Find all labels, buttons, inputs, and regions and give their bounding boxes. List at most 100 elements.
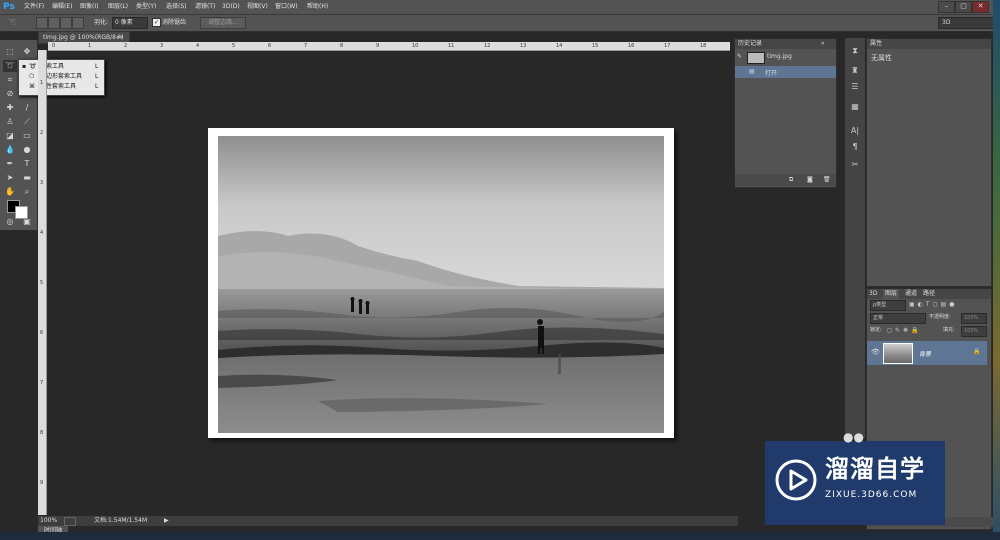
refine-edge-button[interactable]: 调整边缘... bbox=[200, 17, 246, 29]
lock-icons[interactable]: ◻✎✥🔒 bbox=[887, 326, 922, 335]
brush-tool-icon[interactable]: ∕ bbox=[20, 102, 34, 114]
character-panel-icon[interactable]: A| bbox=[848, 124, 862, 138]
status-bar: 100% 文档:1.54M/1.54M ▶ bbox=[38, 515, 738, 526]
tool-presets-icon[interactable]: ✂ bbox=[848, 158, 862, 172]
snapshot-name: timg.jpg bbox=[767, 53, 792, 60]
new-document-from-state-icon[interactable]: ⧉ bbox=[789, 176, 793, 184]
watermark-title: 溜溜自学 bbox=[825, 455, 925, 483]
feather-input[interactable]: 0 像素 bbox=[112, 17, 148, 29]
menu-select[interactable]: 选择(S) bbox=[166, 0, 187, 14]
antialias-checkbox[interactable]: ✓ bbox=[152, 18, 161, 27]
menu-help[interactable]: 帮助(H) bbox=[307, 0, 328, 14]
swatches-panel-icon[interactable]: ▦ bbox=[848, 100, 862, 114]
eyedropper-tool-icon[interactable]: ⊘ bbox=[3, 88, 17, 100]
adjustments-panel-icon[interactable]: ☰ bbox=[848, 80, 862, 94]
paragraph-panel-icon[interactable]: ¶ bbox=[848, 140, 862, 154]
subtract-selection-icon[interactable] bbox=[60, 17, 72, 29]
play-logo-icon bbox=[775, 459, 817, 501]
menu-window[interactable]: 窗口(W) bbox=[275, 0, 298, 14]
history-brush-source-icon[interactable]: ✎ bbox=[737, 53, 742, 60]
path-select-tool-icon[interactable]: ➤ bbox=[3, 172, 17, 184]
menu-layer[interactable]: 图层(L) bbox=[108, 0, 128, 14]
lasso-tool-icon[interactable]: ➰ bbox=[3, 60, 17, 72]
ruler-tick-label: 14 bbox=[556, 43, 563, 49]
tab-layers[interactable]: 图层 bbox=[883, 289, 900, 299]
hand-tool-icon[interactable]: ✋ bbox=[3, 186, 17, 198]
history-state-open[interactable]: ▤ 打开 bbox=[735, 66, 836, 78]
ruler-tick-label: 3 bbox=[160, 43, 164, 49]
eraser-tool-icon[interactable]: ◪ bbox=[3, 130, 17, 142]
stamp-tool-icon[interactable]: ♙ bbox=[3, 116, 17, 128]
move-tool-icon[interactable]: ✥ bbox=[20, 46, 34, 58]
panel-collapse-icon[interactable]: » bbox=[821, 39, 825, 49]
watermark-logo: 溜溜自学 ZIXUE.3D66.COM bbox=[765, 441, 945, 525]
crop-tool-icon[interactable]: ⌗ bbox=[3, 74, 17, 86]
workspace-select[interactable]: 3D bbox=[938, 17, 995, 29]
flyout-item-lasso[interactable]: ▪ ➰ 套索工具 L bbox=[19, 62, 104, 72]
add-selection-icon[interactable] bbox=[48, 17, 60, 29]
screen-mode-icon[interactable]: ▣ bbox=[20, 216, 34, 228]
opacity-label: 不透明度: bbox=[929, 314, 951, 320]
history-snapshot[interactable]: ✎ timg.jpg bbox=[735, 50, 836, 64]
ruler-tick-label: 12 bbox=[484, 43, 491, 49]
dodge-tool-icon[interactable]: ● bbox=[20, 144, 34, 156]
ruler-tick-label: 7 bbox=[40, 380, 44, 386]
ruler-tick-label: 9 bbox=[40, 480, 44, 486]
lasso-preset-icon[interactable]: ➰ bbox=[8, 18, 22, 28]
layer-lock-icon: 🔒 bbox=[973, 348, 981, 355]
photoshop-logo: Ps bbox=[3, 2, 15, 12]
properties-title[interactable]: 属性 bbox=[867, 40, 882, 47]
visibility-eye-icon[interactable]: 👁 bbox=[871, 348, 880, 356]
menu-filter[interactable]: 滤镜(T) bbox=[195, 0, 215, 14]
menu-image[interactable]: 图像(I) bbox=[80, 0, 98, 14]
fill-input[interactable]: 100% bbox=[961, 326, 987, 337]
intersect-selection-icon[interactable] bbox=[72, 17, 84, 29]
menu-view[interactable]: 视图(V) bbox=[247, 0, 268, 14]
menu-file[interactable]: 文件(F) bbox=[24, 0, 44, 14]
tab-channels[interactable]: 通道 bbox=[905, 289, 917, 299]
zoom-tool-icon[interactable]: ⌕ bbox=[20, 186, 34, 198]
document-tab-label: timg.jpg @ 100%(RGB/8#) bbox=[43, 34, 124, 41]
blur-tool-icon[interactable]: 💧 bbox=[3, 144, 17, 156]
history-panel-icon[interactable]: ⧗ bbox=[848, 44, 862, 58]
watermark-url: ZIXUE.3D66.COM bbox=[825, 490, 918, 500]
marquee-tool-icon[interactable]: ⬚ bbox=[3, 46, 17, 58]
tab-3d[interactable]: 3D bbox=[869, 289, 877, 299]
layer-filter-select[interactable]: ρ类型 bbox=[870, 300, 906, 311]
ruler-horizontal: 0 1 2 3 4 5 6 7 8 9 10 11 12 13 14 15 16… bbox=[48, 42, 730, 51]
ruler-tick-label: 2 bbox=[124, 43, 128, 49]
trash-icon[interactable]: 🗑 bbox=[823, 176, 831, 183]
history-brush-tool-icon[interactable]: ⟋ bbox=[20, 116, 34, 128]
pen-tool-icon[interactable]: ✒ bbox=[3, 158, 17, 170]
layer-thumbnail bbox=[883, 343, 913, 364]
layer-row-background[interactable]: 👁 背景 🔒 bbox=[867, 341, 987, 365]
opacity-input[interactable]: 100% bbox=[961, 313, 987, 324]
blend-mode-select[interactable]: 正常 bbox=[870, 313, 926, 324]
zoom-level[interactable]: 100% bbox=[40, 516, 57, 526]
menu-type[interactable]: 类型(Y) bbox=[136, 0, 156, 14]
beach-photo-image bbox=[218, 136, 664, 433]
brush-panel-icon[interactable]: ♜ bbox=[848, 64, 862, 78]
tab-paths[interactable]: 路径 bbox=[923, 289, 935, 299]
flyout-item-polygonal-lasso[interactable]: ⬠ 多边形套索工具 L bbox=[19, 72, 104, 82]
history-panel: 历史记录 » ✎ timg.jpg ▤ 打开 ⧉ ◙ 🗑 bbox=[734, 38, 837, 188]
beach-photo[interactable] bbox=[218, 136, 664, 433]
export-icon[interactable] bbox=[64, 517, 76, 526]
quick-mask-icon[interactable]: ◎ bbox=[3, 216, 17, 228]
new-selection-icon[interactable] bbox=[36, 17, 48, 29]
menu-edit[interactable]: 编辑(E) bbox=[52, 0, 72, 14]
menu-3d[interactable]: 3D(D) bbox=[222, 0, 240, 14]
type-tool-icon[interactable]: T bbox=[20, 158, 34, 170]
close-button[interactable]: ✕ bbox=[972, 1, 989, 13]
ruler-tick-label: 8 bbox=[40, 430, 44, 436]
rectangle-tool-icon[interactable]: ▬ bbox=[20, 172, 34, 184]
gradient-tool-icon[interactable]: ▭ bbox=[20, 130, 34, 142]
healing-tool-icon[interactable]: ✚ bbox=[3, 102, 17, 114]
minimize-button[interactable]: – bbox=[938, 1, 955, 13]
flyout-item-magnetic-lasso[interactable]: ⌘ 磁性套索工具 L bbox=[19, 82, 104, 92]
camera-icon[interactable]: ◙ bbox=[807, 176, 813, 183]
maximize-button[interactable]: ▢ bbox=[955, 1, 972, 13]
layer-filter-icons[interactable]: ▣◐T◻▤● bbox=[909, 300, 985, 309]
status-menu-arrow-icon[interactable]: ▶ bbox=[164, 516, 169, 526]
history-panel-title[interactable]: 历史记录 bbox=[735, 40, 762, 47]
